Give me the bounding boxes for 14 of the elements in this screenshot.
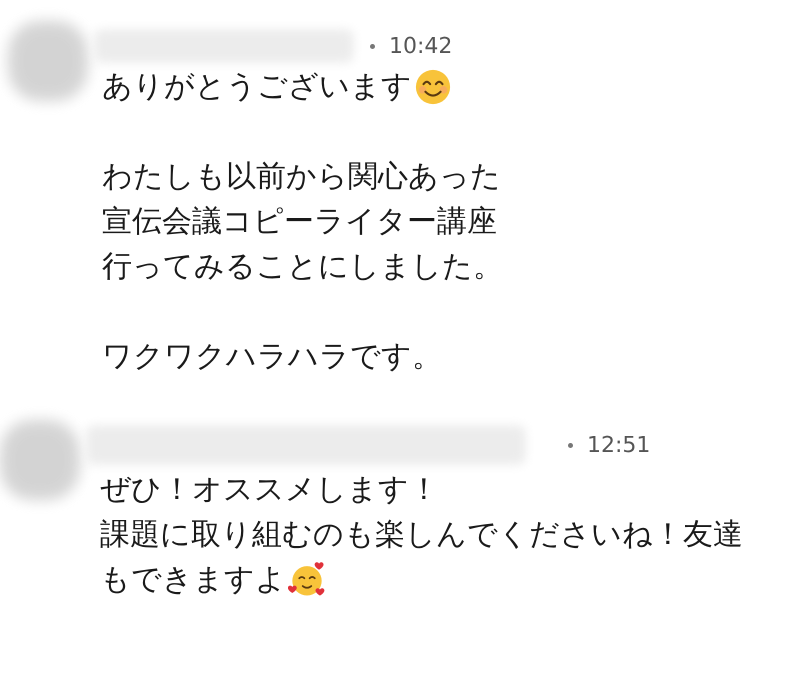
message-time: 12:51 [587, 432, 650, 458]
smiling-face-icon [414, 68, 452, 106]
separator-dot-icon [568, 442, 573, 448]
message-text: 課題に取り組むのも楽しんでくださいね！友達 [100, 516, 743, 554]
message-text: 宣伝会議コピーライター講座 [102, 203, 497, 241]
message-time: 10:42 [389, 34, 452, 58]
separator-dot-icon [370, 44, 375, 48]
smiling-face-with-hearts-icon [288, 560, 326, 598]
message-text: もできますよ [100, 561, 286, 599]
message-text: 行ってみることにしました。 [102, 248, 503, 286]
message-text: ありがとうございます [102, 68, 412, 106]
message-text: ワクワクハラハラです。 [102, 338, 442, 376]
message-text: わたしも以前から関心あった [102, 158, 501, 196]
message-text: ぜひ！オススメします！ [100, 471, 439, 509]
